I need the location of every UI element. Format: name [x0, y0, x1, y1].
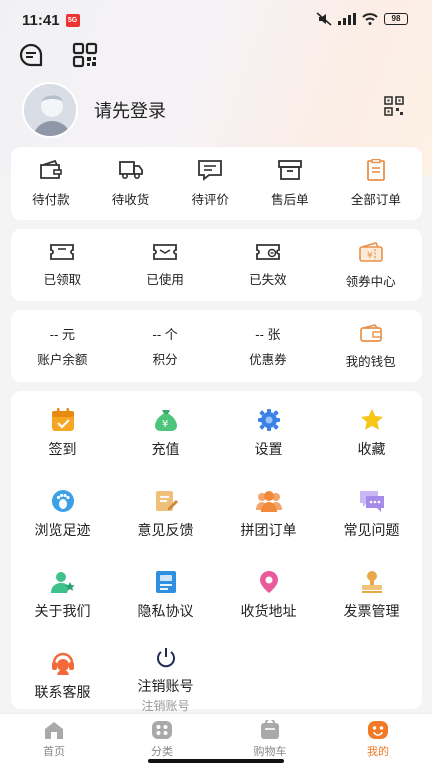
service-feedback[interactable]: 意见反馈 [114, 488, 217, 540]
battery-indicator: 98 [384, 13, 408, 25]
ticket-used-icon [153, 243, 178, 260]
feedback-icon [155, 491, 178, 511]
coupon-used[interactable]: 已使用 [114, 229, 217, 301]
home-icon [45, 722, 63, 739]
login-prompt[interactable]: 请先登录 [94, 97, 166, 123]
coupon-center[interactable]: ¥ 领券中心 [319, 229, 422, 301]
order-pending-payment[interactable]: 待付款 [32, 147, 70, 220]
service-checkin[interactable]: 签到 [11, 407, 114, 459]
asset-balance[interactable]: -- 元 账户余额 [11, 310, 114, 382]
location-pin-icon [259, 571, 278, 593]
cancel-account-sublabel: 注销账号 [141, 699, 190, 713]
coupon-received[interactable]: 已领取 [11, 229, 114, 301]
service-invoice[interactable]: 发票管理 [320, 569, 423, 621]
service-address[interactable]: 收货地址 [217, 569, 320, 621]
star-icon [360, 409, 383, 430]
ticket-received-icon [50, 243, 75, 260]
asset-balance-value: -- 元 [49, 327, 76, 342]
status-bar: 11:41 5G 98 [0, 0, 432, 40]
service-group-orders[interactable]: 拼团订单 [217, 488, 320, 540]
message-icon[interactable] [18, 42, 44, 68]
scan-qr-icon[interactable] [72, 42, 98, 68]
group-icon [255, 491, 282, 512]
service-about-us[interactable]: 关于我们 [11, 569, 114, 621]
money-bag-icon: ¥ [154, 410, 177, 431]
order-all[interactable]: 全部订单 [351, 147, 401, 220]
asset-coupons-value: -- 张 [255, 327, 281, 342]
orders-card: 待付款 待收货 待评价 售后单 全部订单 [11, 147, 422, 220]
service-faq[interactable]: 常见问题 [320, 488, 423, 540]
wifi-icon [362, 13, 378, 25]
about-user-icon [50, 572, 75, 593]
service-favorites[interactable]: 收藏 [320, 407, 423, 459]
asset-points[interactable]: -- 个 积分 [114, 310, 217, 382]
category-icon [152, 721, 172, 739]
order-after-sales[interactable]: 售后单 [271, 147, 309, 220]
ticket-expired-icon [255, 243, 280, 260]
customer-service-icon [51, 652, 74, 675]
chat-bubbles-icon [359, 491, 384, 512]
document-icon [155, 571, 176, 593]
svg-text:¥: ¥ [162, 419, 168, 430]
mute-icon [316, 12, 332, 26]
order-pending-review[interactable]: 待评价 [191, 147, 229, 220]
service-recharge[interactable]: ¥ 充值 [114, 407, 217, 459]
service-browse-history[interactable]: 浏览足迹 [11, 488, 114, 540]
wallet-icon [39, 159, 62, 179]
service-settings[interactable]: 设置 [217, 407, 320, 459]
tab-mine[interactable]: 我的 [324, 714, 432, 768]
power-icon [156, 648, 175, 668]
assets-card: -- 元 账户余额 -- 个 积分 -- 张 优惠券 我的钱包 [11, 310, 422, 382]
my-wallet[interactable]: 我的钱包 [319, 310, 422, 382]
coupon-center-icon: ¥ [358, 241, 383, 262]
home-indicator[interactable] [148, 759, 284, 763]
wallet-icon [359, 323, 382, 342]
calendar-check-icon [51, 408, 74, 431]
svg-text:¥: ¥ [367, 251, 373, 261]
avatar[interactable] [22, 82, 78, 138]
service-privacy[interactable]: 隐私协议 [114, 569, 217, 621]
coupon-expired[interactable]: 已失效 [217, 229, 320, 301]
box-icon [277, 160, 302, 180]
clipboard-icon [366, 159, 385, 181]
stamp-icon [361, 571, 382, 593]
qr-code-icon[interactable] [384, 96, 404, 116]
gear-icon [257, 409, 280, 431]
status-time: 11:41 [22, 11, 60, 29]
comment-icon [198, 160, 223, 181]
truck-icon [118, 161, 143, 180]
footprint-icon [51, 490, 74, 512]
coupons-card: 已领取 已使用 已失效 ¥ 领券中心 [11, 229, 422, 301]
asset-coupons[interactable]: -- 张 优惠券 [217, 310, 320, 382]
service-customer-support[interactable]: 联系客服 [11, 650, 114, 702]
order-pending-receipt[interactable]: 待收货 [112, 147, 149, 220]
asset-points-value: -- 个 [152, 327, 178, 342]
user-profile-row[interactable]: 请先登录 [22, 80, 412, 140]
mine-icon [368, 721, 388, 739]
notification-badge: 5G [65, 13, 80, 27]
tab-home[interactable]: 首页 [0, 714, 108, 768]
cart-icon [261, 720, 279, 739]
service-cancel-account[interactable]: 注销账号 注销账号 [114, 646, 217, 714]
signal-icon [338, 13, 356, 25]
services-card: 签到 ¥ 充值 设置 收藏 浏览足迹 意见反馈 拼团订单 常见问题 关于我们 隐… [11, 391, 423, 713]
